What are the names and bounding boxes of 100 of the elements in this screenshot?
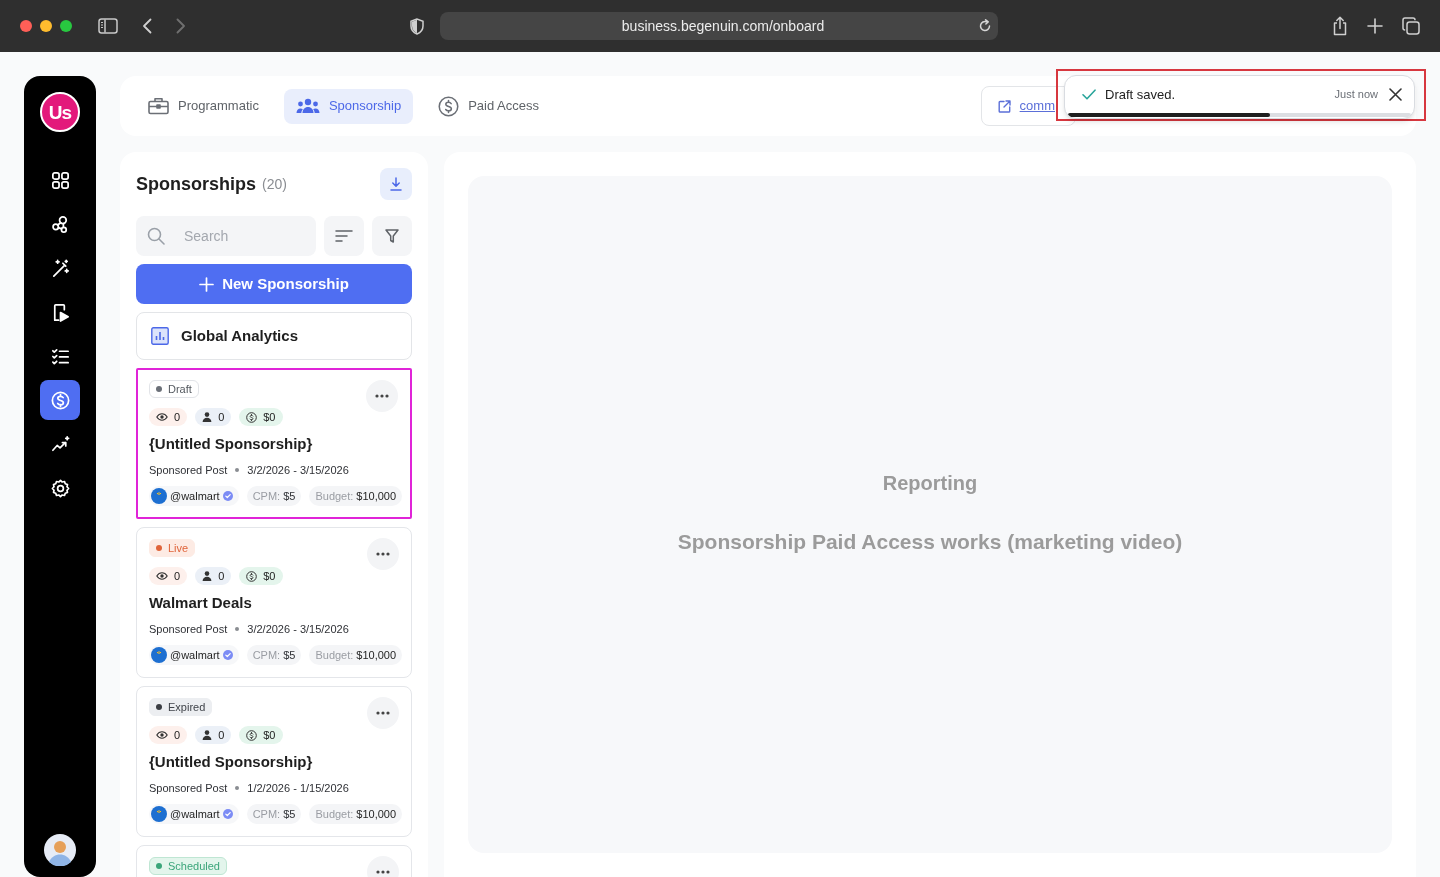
budget-value: $10,000: [356, 488, 397, 504]
tab[interactable]: Paid Access: [426, 88, 552, 124]
report-title: Reporting: [882, 470, 978, 496]
more-icon: [376, 711, 390, 715]
grid-icon: [49, 169, 71, 191]
sponsorship-type: Sponsored Post: [149, 780, 228, 796]
earnings-amount: $0: [263, 409, 276, 425]
sponsorship-type: Sponsored Post: [149, 621, 228, 637]
filter-icon: [385, 229, 399, 243]
back-icon[interactable]: [142, 18, 152, 34]
budget-label: Budget:: [315, 806, 354, 822]
more-icon: [376, 870, 390, 874]
account-handle: @walmart: [170, 647, 220, 663]
url-text: business.begenuin.com/onboard: [620, 16, 826, 36]
account-handle: @walmart: [170, 806, 220, 822]
cpm-value: $5: [283, 647, 296, 663]
people-icon: [295, 98, 320, 114]
toast-message: Draft saved.: [1105, 85, 1176, 104]
eye-icon: [156, 731, 168, 739]
analytics-button[interactable]: Global Analytics: [136, 312, 412, 360]
account-avatar-icon: [151, 806, 167, 822]
card-title: Walmart Deals: [149, 593, 253, 613]
dollar-icon: [49, 389, 71, 411]
filter-button[interactable]: [372, 216, 412, 256]
download-icon: [390, 177, 402, 191]
window-minimize-icon[interactable]: [40, 20, 52, 32]
eye-icon: [156, 413, 168, 421]
dollar-coin-icon: [246, 411, 258, 423]
eye-icon: [156, 572, 168, 580]
more-icon: [376, 552, 390, 556]
sponsorship-card[interactable]: Expired 0 0 $0 {Untitled Sponsorship} Sponsored Post 1/2/2026 - 1/15/2026 @walmart CPM: $5 Budget: $10,000: [136, 686, 412, 837]
report-subtitle: Sponsorship Paid Access works (marketing video): [677, 528, 1183, 555]
sponsorship-card[interactable]: Draft 0 0 $0 {Untitled Sponsorship} Sponsored Post 3/2/2026 - 3/15/2026 @walmart CPM: $5 Budget: $10,000: [136, 368, 412, 519]
tab[interactable]: Programmatic: [136, 88, 271, 124]
sort-icon: [335, 230, 353, 242]
status-dot-icon: [156, 545, 162, 551]
cpm-label: CPM:: [252, 806, 281, 822]
chart-icon: [151, 327, 169, 345]
download-button[interactable]: [380, 168, 412, 200]
external-link-icon: [997, 99, 1011, 113]
window-zoom-icon[interactable]: [60, 20, 72, 32]
address-field[interactable]: business.begenuin.com/onboard: [440, 12, 998, 40]
card-title: {Untitled Sponsorship}: [149, 434, 314, 454]
link-text[interactable]: comm: [1019, 96, 1055, 116]
dollar-circle-icon: [438, 95, 460, 117]
account-avatar-icon: [151, 488, 167, 504]
window-close-icon[interactable]: [20, 20, 32, 32]
avatar-icon[interactable]: [44, 834, 76, 866]
budget-label: Budget:: [315, 647, 354, 663]
dollar-coin-icon: [246, 570, 258, 582]
logo: Us: [40, 92, 80, 132]
sponsorship-card[interactable]: Live 0 0 $0 Walmart Deals Sponsored Post 3/2/2026 - 3/15/2026 @walmart CPM: $5 Budget: $10,000: [136, 527, 412, 678]
status-dot-icon: [156, 704, 162, 710]
person-icon: [202, 571, 213, 581]
shield-icon[interactable]: [410, 17, 424, 35]
reload-icon[interactable]: [978, 19, 992, 33]
new-sponsorship-button[interactable]: New Sponsorship: [136, 264, 412, 304]
close-button[interactable]: [1388, 87, 1402, 102]
list-count: (20): [262, 174, 287, 194]
briefcase-icon: [148, 97, 169, 115]
views-count: 0: [174, 727, 181, 743]
dollar-coin-icon: [246, 729, 258, 741]
status-badge: Live: [149, 539, 196, 557]
more-icon: [375, 394, 389, 398]
separator-dot-icon: [235, 468, 240, 472]
views-count: 0: [174, 568, 181, 584]
views-count: 0: [174, 409, 181, 425]
status-badge: Expired: [149, 698, 213, 716]
tab[interactable]: Sponsorship: [283, 88, 414, 124]
person-icon: [202, 730, 213, 740]
sidebar-toggle-icon[interactable]: [98, 18, 118, 34]
person-icon: [202, 412, 213, 422]
plus-icon: [199, 276, 215, 292]
budget-value: $10,000: [356, 647, 397, 663]
share-icon[interactable]: [1332, 16, 1348, 36]
status-badge: Draft: [149, 380, 199, 398]
separator-dot-icon: [235, 786, 240, 790]
cpm-value: $5: [283, 488, 296, 504]
tabs-overview-icon[interactable]: [1402, 17, 1420, 35]
date-range: 3/2/2026 - 3/15/2026: [247, 621, 349, 637]
sort-button[interactable]: [324, 216, 364, 256]
card-title: {Untitled Sponsorship}: [149, 752, 314, 772]
audience-count: 0: [218, 409, 225, 425]
toast-time: Just now: [1334, 87, 1378, 103]
budget-label: Budget:: [315, 488, 354, 504]
date-range: 3/2/2026 - 3/15/2026: [247, 462, 349, 478]
status-badge: Scheduled: [149, 857, 227, 875]
account-handle: @walmart: [170, 488, 220, 504]
search-field[interactable]: Search: [136, 216, 316, 256]
nav-button[interactable]: [40, 380, 80, 420]
cpm-label: CPM:: [252, 647, 281, 663]
status-dot-icon: [156, 386, 162, 392]
list-title: Sponsorships: [136, 172, 256, 196]
cpm-label: CPM:: [252, 488, 281, 504]
date-range: 1/2/2026 - 1/15/2026: [247, 780, 349, 796]
new-tab-icon[interactable]: [1367, 18, 1383, 34]
settings-icon: [49, 477, 71, 499]
earnings-amount: $0: [263, 727, 276, 743]
cpm-value: $5: [283, 806, 296, 822]
status-dot-icon: [156, 863, 162, 869]
